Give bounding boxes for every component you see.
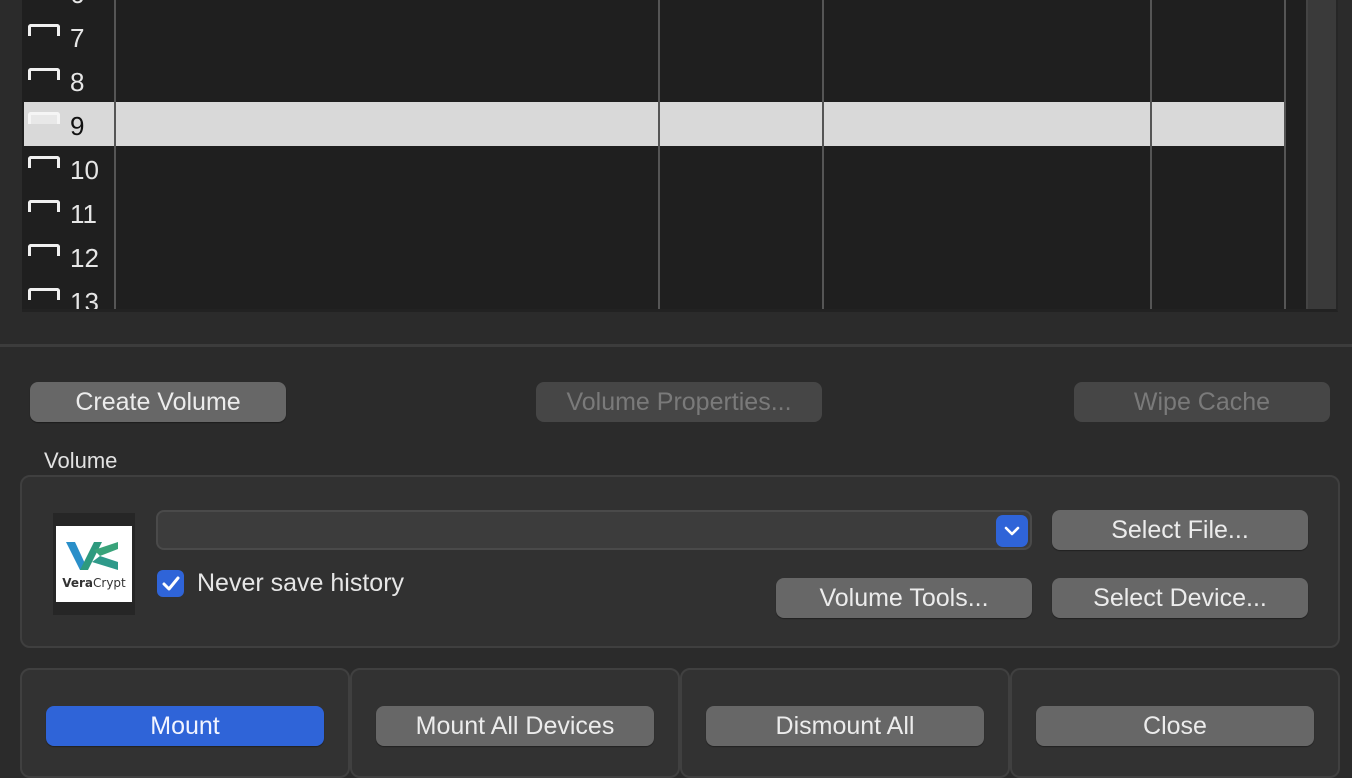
never-save-history-label[interactable]: Never save history	[197, 569, 404, 598]
drive-letter: 13	[70, 287, 99, 312]
veracrypt-logo: VeraCrypt	[56, 526, 132, 602]
drive-row[interactable]: 12	[24, 234, 1286, 278]
mount-button[interactable]: Mount	[46, 706, 324, 746]
drive-row[interactable]: 7	[24, 14, 1286, 58]
vc-logo-icon	[66, 542, 118, 570]
wipe-cache-button[interactable]: Wipe Cache	[1074, 382, 1330, 422]
close-button[interactable]: Close	[1036, 706, 1314, 746]
column-separator[interactable]	[114, 0, 116, 309]
drive-icon	[28, 112, 60, 124]
mount-all-devices-button[interactable]: Mount All Devices	[376, 706, 654, 746]
chevron-down-icon	[1004, 526, 1020, 536]
drive-icon	[28, 200, 60, 212]
section-divider	[0, 344, 1352, 347]
vertical-scrollbar[interactable]	[1306, 0, 1336, 309]
volume-properties-button[interactable]: Volume Properties...	[536, 382, 822, 422]
drive-letter: 11	[70, 199, 97, 229]
drive-row[interactable]: 6	[24, 0, 1286, 14]
logo-text: VeraCrypt	[62, 576, 126, 590]
select-file-button[interactable]: Select File...	[1052, 510, 1308, 550]
drive-row[interactable]: 10	[24, 146, 1286, 190]
drive-icon	[28, 156, 60, 168]
column-separator[interactable]	[1150, 0, 1152, 309]
drive-row[interactable]: 9	[24, 102, 1286, 146]
drive-row[interactable]: 8	[24, 58, 1286, 102]
dropdown-button[interactable]	[996, 515, 1028, 547]
drive-icon	[28, 288, 60, 300]
drive-rows: 6 7 8 9 10 11 12 13	[24, 0, 1286, 312]
dismount-all-button[interactable]: Dismount All	[706, 706, 984, 746]
drive-list[interactable]: 6 7 8 9 10 11 12 13	[22, 0, 1338, 312]
volume-group	[20, 475, 1340, 648]
drive-icon	[28, 68, 60, 80]
drive-icon	[28, 244, 60, 256]
volume-tools-button[interactable]: Volume Tools...	[776, 578, 1032, 618]
drive-letter: 10	[70, 155, 99, 185]
column-separator[interactable]	[822, 0, 824, 309]
drive-letter: 8	[70, 67, 85, 97]
drive-letter: 6	[70, 0, 84, 10]
never-save-history-checkbox[interactable]	[157, 570, 184, 597]
list-gutter	[1286, 0, 1306, 309]
volume-group-label: Volume	[44, 448, 118, 473]
create-volume-button[interactable]: Create Volume	[30, 382, 286, 422]
column-separator[interactable]	[658, 0, 660, 309]
drive-letter: 9	[70, 111, 85, 141]
checkmark-icon	[162, 576, 179, 590]
drive-row[interactable]: 13	[24, 278, 1286, 312]
drive-letter: 12	[70, 243, 99, 273]
volume-path-combobox[interactable]	[156, 510, 1032, 550]
drive-letter: 7	[70, 23, 85, 53]
drive-icon	[28, 24, 60, 36]
drive-row[interactable]: 11	[24, 190, 1286, 234]
select-device-button[interactable]: Select Device...	[1052, 578, 1308, 618]
